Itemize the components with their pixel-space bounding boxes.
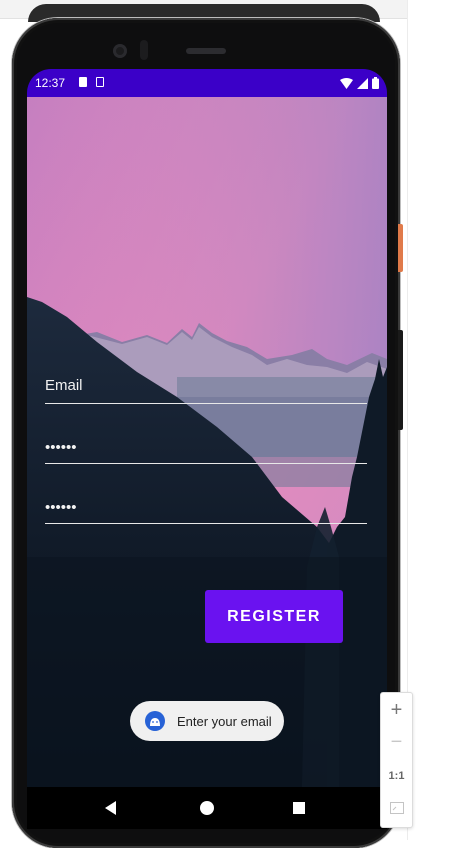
- recents-icon[interactable]: [293, 802, 305, 814]
- register-button[interactable]: REGISTER: [205, 590, 343, 643]
- toast-message: Enter your email: [130, 701, 284, 741]
- fit-screen-button[interactable]: [381, 793, 412, 823]
- fit-screen-icon: [389, 802, 404, 814]
- sensor-icon: [140, 40, 148, 60]
- email-hint: Email: [45, 377, 83, 394]
- confirm-password-value: ••••••: [45, 499, 77, 516]
- status-indicators: [340, 77, 379, 89]
- navigation-bar: [27, 787, 387, 829]
- cell-signal-icon: [357, 77, 368, 89]
- battery-icon: [372, 77, 379, 89]
- wifi-icon: [340, 77, 353, 89]
- android-icon: [145, 711, 165, 731]
- status-time: 12:37: [35, 76, 66, 90]
- confirm-password-field[interactable]: ••••••: [45, 499, 367, 524]
- device-screen: 12:37 Email •••••• •••••• REGISTER Enter…: [27, 69, 387, 829]
- home-icon[interactable]: [200, 801, 214, 815]
- power-button[interactable]: [398, 224, 403, 272]
- email-field[interactable]: Email: [45, 377, 367, 404]
- zoom-controls: + − 1:1: [380, 692, 413, 828]
- back-icon[interactable]: [105, 801, 116, 815]
- password-field[interactable]: ••••••: [45, 439, 367, 464]
- zoom-in-button[interactable]: +: [381, 695, 412, 725]
- password-value: ••••••: [45, 439, 77, 456]
- toast-text: Enter your email: [177, 713, 272, 729]
- notification-icons: [79, 77, 104, 87]
- sd-card-icon: [79, 77, 87, 87]
- emulator-side-rail: [407, 0, 449, 840]
- zoom-out-button[interactable]: −: [381, 727, 412, 757]
- volume-button[interactable]: [398, 330, 403, 430]
- front-camera-icon: [113, 44, 127, 58]
- actual-size-button[interactable]: 1:1: [381, 761, 412, 791]
- status-bar: 12:37: [27, 69, 387, 97]
- sim-icon: [96, 77, 104, 87]
- earpiece-speaker: [186, 48, 226, 54]
